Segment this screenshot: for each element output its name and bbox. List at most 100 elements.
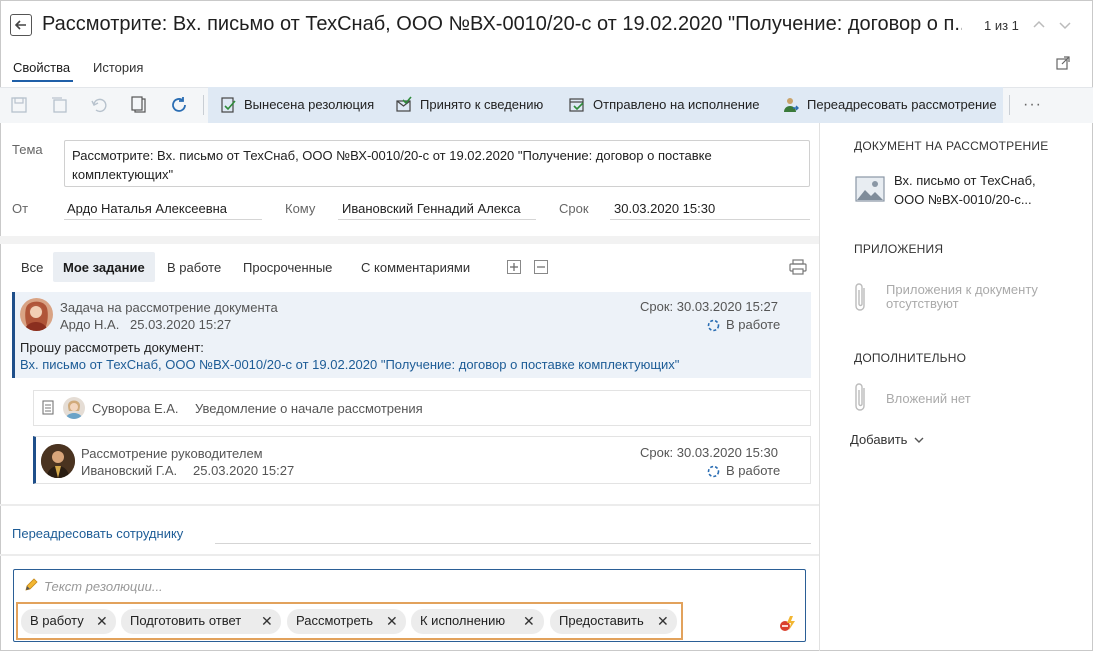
collapse-all-button[interactable] [534,260,548,274]
task-title: Задача на рассмотрение документа [60,300,278,315]
document-name-line2: ООО №ВХ-0010/20-с... [894,192,1032,207]
from-field[interactable]: Ардо Наталья Алексеевна [64,201,262,220]
image-icon [855,176,885,202]
arrow-left-icon [14,20,26,30]
task-deadline: Срок: 30.03.2020 15:27 [640,299,778,314]
undo-icon[interactable] [90,96,108,114]
avatar [20,298,53,331]
chip-label: К исполнению [420,613,506,628]
review-task-date: 25.03.2020 15:27 [193,463,295,478]
doc-heading: ДОКУМЕНТ НА РАССМОТРЕНИЕ [854,139,1049,153]
filter-in-progress[interactable]: В работе [167,260,221,275]
section-divider [0,554,819,556]
redirect-field-line[interactable] [215,543,811,544]
chip-label: Предоставить [559,613,644,628]
close-icon[interactable]: ✕ [386,613,398,630]
review-task-status: В работе [726,463,781,478]
chevron-down-icon[interactable] [1058,18,1072,32]
plus-icon [510,263,518,271]
quick-action-icon[interactable] [779,614,797,632]
review-task-author: Ивановский Г.А. [81,463,178,478]
chip-label: Рассмотреть [296,613,374,628]
deadline-label: Срок [559,201,589,216]
popout-icon[interactable] [1055,55,1071,71]
redirect-to-employee-link[interactable]: Переадресовать сотруднику [12,526,183,541]
pencil-icon [25,578,38,591]
refresh-icon[interactable] [170,96,188,114]
close-icon[interactable]: ✕ [96,613,108,630]
attachments-empty-line1: Приложения к документу [886,282,1038,297]
filter-all[interactable]: Все [21,260,43,275]
resolution-icon [221,97,236,113]
subject-label: Тема [12,142,43,157]
panel-divider [819,123,820,651]
copy-icon[interactable] [130,96,148,114]
chip-for-execution[interactable]: К исполнению ✕ [411,609,544,634]
active-tab-indicator [12,80,73,82]
envelope-check-icon [396,96,412,112]
chip-label: В работу [30,613,84,628]
toolbar-separator [203,95,204,115]
in-progress-icon [707,465,720,478]
document-link[interactable]: Вх. письмо от ТехСнаб, ООО №ВХ-0010/20-с… [894,171,1074,209]
minus-icon [537,266,545,268]
avatar [63,397,85,419]
action-sent-execution[interactable]: Отправлено на исполнение [593,97,759,112]
chevron-down-icon [914,437,924,443]
chip-review[interactable]: Рассмотреть ✕ [287,609,406,634]
page-title: Рассмотрите: Вх. письмо от ТехСнаб, ООО … [42,13,962,35]
pager-text: 1 из 1 [984,18,1019,33]
tab-history[interactable]: История [93,60,143,75]
save-icon[interactable] [10,96,28,114]
section-divider [0,504,819,506]
action-acknowledged[interactable]: Принято к сведению [420,97,543,112]
paperclip-icon [855,283,865,311]
filter-with-comments[interactable]: С комментариями [361,260,470,275]
close-icon[interactable]: ✕ [261,613,273,630]
save-close-icon[interactable] [50,96,68,114]
notification-title: Уведомление о начале рассмотрения [195,401,423,416]
attachments-heading: ПРИЛОЖЕНИЯ [854,242,944,256]
task-status: В работе [726,317,781,332]
filter-my-task[interactable]: Мое задание [63,260,145,275]
task-date: 25.03.2020 15:27 [130,317,232,332]
review-task-title: Рассмотрение руководителем [81,446,263,461]
from-label: От [12,201,29,216]
chip-label: Подготовить ответ [130,613,242,628]
filter-overdue[interactable]: Просроченные [243,260,332,275]
task-author: Ардо Н.А. [60,317,120,332]
action-resolution[interactable]: Вынесена резолюция [244,97,374,112]
calendar-check-icon [569,98,584,112]
document-name-line1: Вх. письмо от ТехСнаб, [894,173,1036,188]
deadline-field[interactable]: 30.03.2020 15:30 [610,201,810,220]
printer-icon[interactable] [789,259,807,275]
add-button[interactable]: Добавить [850,432,924,447]
action-redirect[interactable]: Переадресовать рассмотрение [807,97,997,112]
attachments-empty-line2: отсутствуют [886,296,959,311]
resolution-placeholder: Текст резолюции... [44,579,163,594]
more-actions-button[interactable]: ··· [1023,96,1042,114]
close-icon[interactable]: ✕ [657,613,669,630]
task-document-link[interactable]: Вх. письмо от ТехСнаб, ООО №ВХ-0010/20-с… [20,357,679,372]
avatar [41,444,75,478]
to-label: Кому [285,201,316,216]
notification-author: Суворова Е.А. [92,401,179,416]
chip-to-work[interactable]: В работу ✕ [21,609,116,634]
to-field[interactable]: Ивановский Геннадий Алекса [338,201,536,220]
tab-properties[interactable]: Свойства [13,60,70,75]
chip-provide[interactable]: Предоставить ✕ [550,609,677,634]
back-button[interactable] [10,14,32,36]
section-divider [0,236,819,244]
subject-field[interactable]: Рассмотрите: Вх. письмо от ТехСнаб, ООО … [64,140,810,187]
extra-heading: ДОПОЛНИТЕЛЬНО [854,351,967,365]
chevron-up-icon[interactable] [1032,18,1046,32]
in-progress-icon [707,319,720,332]
toolbar-separator [1009,95,1010,115]
paperclip-icon [855,383,865,411]
expand-all-button[interactable] [507,260,521,274]
task-body: Прошу рассмотреть документ: [20,340,204,355]
close-icon[interactable]: ✕ [523,613,535,630]
chip-prepare-answer[interactable]: Подготовить ответ ✕ [121,609,281,634]
no-attachments-text: Вложений нет [886,391,971,406]
document-icon [42,400,54,415]
